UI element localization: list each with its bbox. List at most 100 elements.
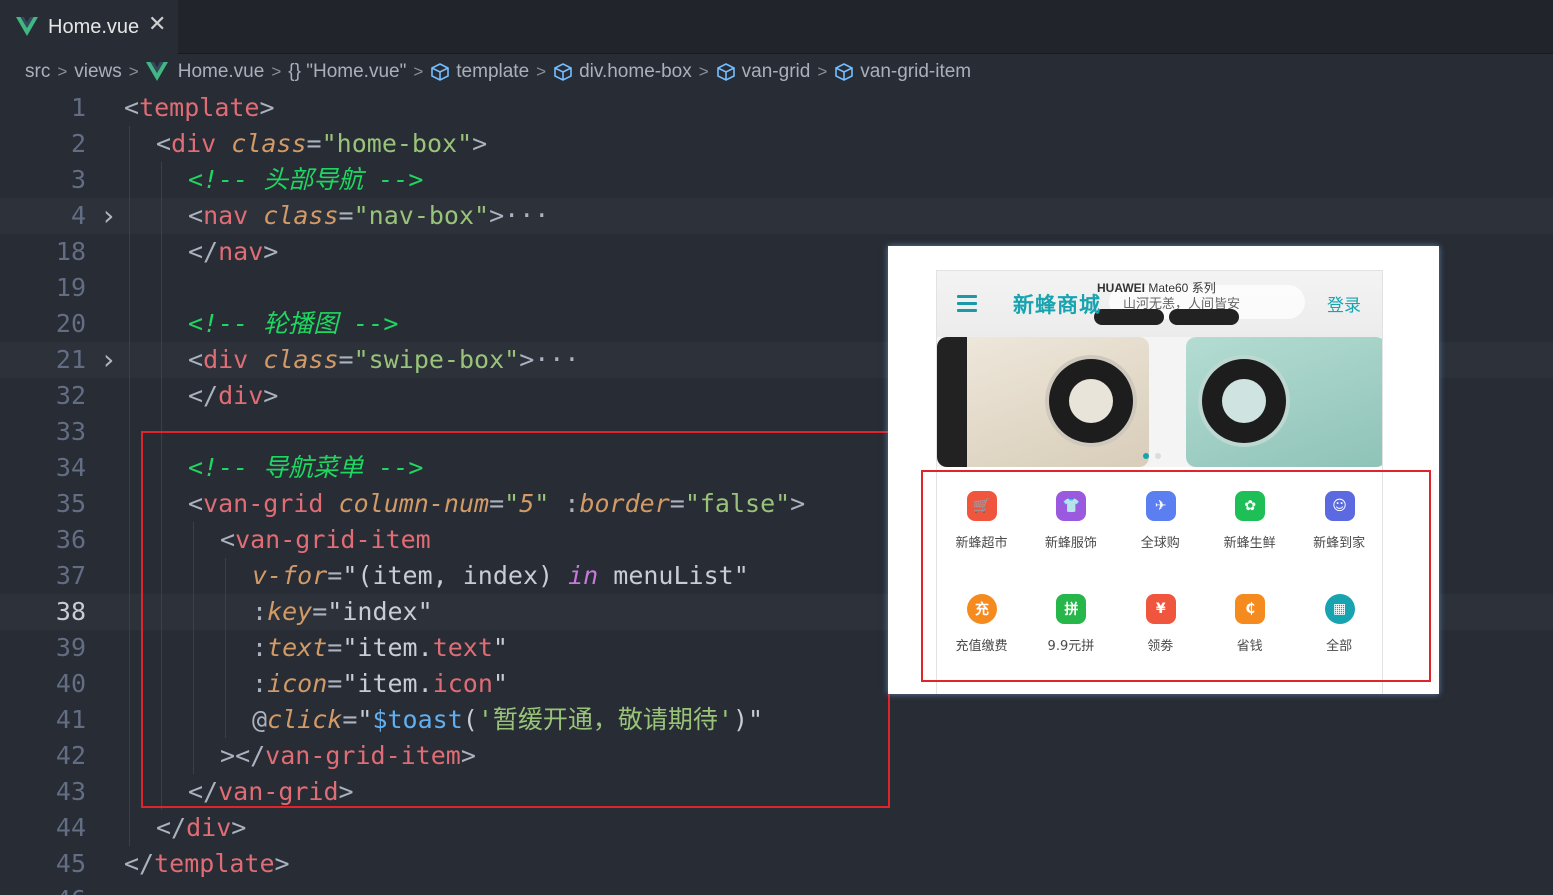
line-number: 3 (70, 165, 86, 194)
close-icon[interactable]: ✕ (148, 14, 166, 36)
breadcrumb-file-label: Home.vue (177, 61, 265, 82)
code-line[interactable]: 3 <!-- 头部导航 --> (0, 162, 1553, 198)
code-line[interactable]: 44 </div> (0, 810, 1553, 846)
nav-bar: HUAWEI Mate60 系列 山河无恙，人间皆安 新蜂商城 登录 (937, 271, 1382, 337)
line-number: 33 (55, 417, 86, 446)
chevron-right-icon: > (57, 62, 68, 81)
banner-swipe[interactable] (937, 337, 1382, 467)
brand-title: 新蜂商城 (1013, 293, 1101, 317)
chevron-right-icon: > (536, 62, 547, 81)
line-number: 1 (70, 93, 86, 122)
code-text: <!-- 轮播图 --> (188, 309, 399, 338)
indent-guide (129, 198, 130, 234)
swipe-indicator[interactable] (1143, 453, 1149, 459)
banner-phone-image (937, 337, 1149, 467)
cube-icon (835, 63, 854, 81)
indent-guide (129, 630, 130, 666)
ad-pill (1094, 309, 1164, 325)
line-number: 44 (55, 813, 86, 842)
indent-guide (161, 162, 162, 198)
line-number: 18 (55, 237, 86, 266)
line-number: 4 (70, 201, 86, 230)
breadcrumb-item-module[interactable]: {} "Home.vue" (288, 61, 406, 83)
code-text: </nav> (188, 237, 279, 266)
line-number: 2 (70, 129, 86, 158)
line-number: 39 (55, 633, 86, 662)
code-text: <div class="swipe-box">··· (188, 345, 580, 374)
breadcrumb-item-template[interactable]: template (430, 61, 529, 83)
indent-guide (129, 126, 130, 162)
code-line[interactable]: 4 › <nav class="nav-box">··· (0, 198, 1553, 234)
editor-tab-bar: Home.vue ✕ (0, 0, 1553, 54)
banner-phone-image (1186, 337, 1382, 467)
line-number: 36 (55, 525, 86, 554)
indent-guide (161, 306, 162, 342)
indent-guide (129, 594, 130, 630)
breadcrumb-item-van-grid-item[interactable]: van-grid-item (834, 61, 971, 83)
code-line[interactable]: 1 <template> (0, 90, 1553, 126)
cube-icon (554, 63, 572, 81)
breadcrumb-item-van-grid[interactable]: van-grid (716, 61, 811, 83)
line-number: 35 (55, 489, 86, 518)
breadcrumb-item-file[interactable]: Home.vue (145, 61, 265, 83)
line-number: 38 (55, 597, 86, 626)
indent-guide (161, 378, 162, 414)
breadcrumb-item-views[interactable]: views (74, 61, 122, 83)
indent-guide (129, 450, 130, 486)
login-link[interactable]: 登录 (1327, 291, 1361, 316)
code-text: </template> (124, 849, 290, 878)
code-text: <nav class="nav-box">··· (188, 201, 550, 230)
preview-highlight-frame (921, 470, 1431, 682)
breadcrumb-van-grid-item-label: van-grid-item (860, 61, 972, 82)
code-line[interactable]: 2 <div class="home-box"> (0, 126, 1553, 162)
breadcrumb-item-div[interactable]: div.home-box (553, 61, 692, 83)
tab-label: Home.vue (48, 15, 140, 38)
chevron-right-icon: > (698, 62, 709, 81)
code-line[interactable]: 46 (0, 882, 1553, 895)
line-number: 19 (55, 273, 86, 302)
cube-icon (431, 63, 450, 81)
indent-guide (129, 270, 130, 306)
chevron-right-icon: > (413, 62, 424, 81)
line-number: 40 (55, 669, 86, 698)
vue-file-icon (16, 17, 38, 36)
line-number: 43 (55, 777, 86, 806)
chevron-right-icon: > (128, 62, 139, 81)
indent-guide (129, 486, 130, 522)
breadcrumb-template-label: template (456, 61, 530, 82)
swipe-indicator[interactable] (1155, 453, 1161, 459)
indent-guide (129, 342, 130, 378)
chevron-right-icon: > (271, 62, 282, 81)
line-number: 42 (55, 741, 86, 770)
fold-chevron-icon[interactable]: › (100, 198, 117, 234)
fold-chevron-icon[interactable]: › (100, 342, 117, 378)
code-line[interactable]: 45 </template> (0, 846, 1553, 882)
code-text: <div class="home-box"> (156, 129, 488, 158)
code-text: </div> (188, 381, 279, 410)
breadcrumb-div-label: div.home-box (579, 61, 692, 82)
breadcrumb-van-grid-label: van-grid (741, 61, 811, 82)
code-highlight-frame (141, 431, 890, 808)
breadcrumb-item-src[interactable]: src (25, 61, 50, 83)
indent-guide (161, 198, 162, 234)
indent-guide (161, 342, 162, 378)
indent-guide (129, 774, 130, 810)
indent-guide (161, 234, 162, 270)
breadcrumb: src > views > Home.vue > {} "Home.vue" >… (0, 54, 1553, 90)
line-number: 46 (0, 882, 86, 895)
indent-guide (129, 234, 130, 270)
hamburger-menu-icon[interactable] (957, 295, 977, 312)
vue-file-icon (145, 62, 168, 81)
tab-home-vue[interactable]: Home.vue ✕ (0, 0, 178, 54)
line-number: 41 (55, 705, 86, 734)
indent-guide (129, 522, 130, 558)
code-text: </div> (156, 813, 247, 842)
indent-guide (129, 306, 130, 342)
indent-guide (129, 738, 130, 774)
indent-guide (129, 378, 130, 414)
line-number: 37 (55, 561, 86, 590)
indent-guide (129, 558, 130, 594)
line-number: 20 (55, 309, 86, 338)
indent-guide (129, 810, 130, 846)
indent-guide (161, 270, 162, 306)
